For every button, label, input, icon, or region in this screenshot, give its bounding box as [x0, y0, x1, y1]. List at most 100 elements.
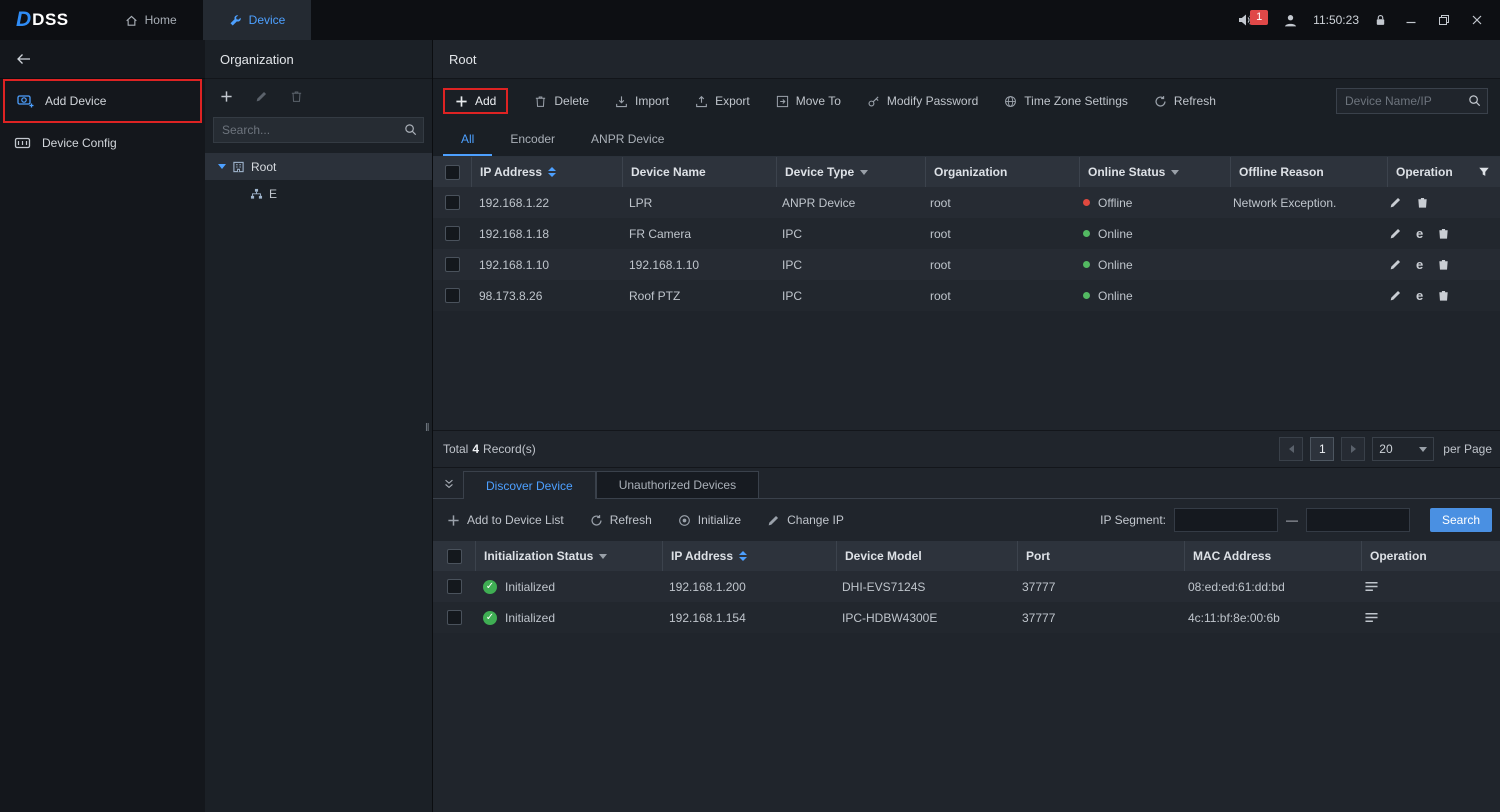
refresh-icon	[590, 514, 603, 527]
ip-segment-search-button[interactable]: Search	[1430, 508, 1492, 532]
initialize-button[interactable]: Initialize	[678, 513, 741, 527]
delete-icon[interactable]	[1437, 289, 1450, 302]
panel-splitter-handle[interactable]: ‖	[425, 422, 431, 434]
alarm-button[interactable]: 1	[1237, 12, 1268, 28]
import-button[interactable]: Import	[615, 94, 669, 108]
current-page[interactable]: 1	[1310, 437, 1334, 461]
table-row[interactable]: 192.168.1.18 FR Camera IPC root Online e	[433, 218, 1500, 249]
row-checkbox[interactable]	[447, 579, 462, 594]
prev-page-button[interactable]	[1279, 437, 1303, 461]
row-checkbox[interactable]	[445, 288, 460, 303]
select-all-checkbox[interactable]	[447, 549, 462, 564]
tree-node-root[interactable]: Root	[205, 153, 432, 180]
table-row[interactable]: 192.168.1.10 192.168.1.10 IPC root Onlin…	[433, 249, 1500, 280]
discover-toolbar: Add to Device List Refresh Initialize	[433, 499, 1500, 541]
search-icon[interactable]	[404, 123, 417, 136]
edit-icon[interactable]	[1389, 289, 1402, 302]
modify-password-button[interactable]: Modify Password	[867, 94, 978, 108]
discover-refresh-label: Refresh	[610, 513, 652, 527]
table-row[interactable]: 192.168.1.22 LPR ANPR Device root Offlin…	[433, 187, 1500, 218]
page-size-select[interactable]: 20	[1372, 437, 1434, 461]
initialize-label: Initialize	[698, 513, 741, 527]
web-browser-icon[interactable]: e	[1416, 227, 1423, 240]
globe-icon	[1004, 95, 1017, 108]
add-to-device-list-button[interactable]: Add to Device List	[447, 513, 564, 527]
change-ip-button[interactable]: Change IP	[767, 513, 844, 527]
web-browser-icon[interactable]: e	[1416, 289, 1423, 302]
row-checkbox[interactable]	[447, 610, 462, 625]
edit-icon[interactable]	[1389, 258, 1402, 271]
filter-funnel-icon[interactable]	[1478, 166, 1490, 178]
tab-device[interactable]: Device	[203, 0, 312, 40]
back-button[interactable]	[16, 52, 32, 66]
table-row[interactable]: ✓ Initialized 192.168.1.154 IPC-HDBW4300…	[433, 602, 1500, 633]
trash-icon	[534, 95, 547, 108]
organization-search-input[interactable]	[213, 117, 424, 143]
add-to-list-icon[interactable]	[1364, 611, 1379, 624]
delete-button[interactable]: Delete	[534, 94, 589, 108]
filter-dropdown-icon[interactable]	[599, 554, 607, 559]
sidebar-item-add-device-label: Add Device	[45, 94, 106, 108]
select-all-checkbox[interactable]	[445, 165, 460, 180]
delete-icon[interactable]	[1416, 196, 1429, 209]
lock-icon[interactable]	[1374, 13, 1387, 27]
row-checkbox[interactable]	[445, 195, 460, 210]
filter-dropdown-icon[interactable]	[1171, 170, 1179, 175]
sidebar-item-device-config[interactable]: Device Config	[0, 123, 205, 163]
org-edit-icon[interactable]	[255, 90, 268, 103]
modify-password-button-label: Modify Password	[887, 94, 978, 108]
row-checkbox[interactable]	[445, 257, 460, 272]
move-to-button[interactable]: Move To	[776, 94, 841, 108]
row-checkbox[interactable]	[445, 226, 460, 241]
cell-device-type: IPC	[774, 280, 922, 311]
total-suffix: Record(s)	[483, 442, 536, 456]
device-search-input[interactable]	[1336, 88, 1488, 114]
sidebar-item-add-device[interactable]: Add Device	[3, 79, 202, 123]
tab-home[interactable]: Home	[99, 0, 203, 40]
add-button[interactable]: Add	[443, 88, 508, 114]
web-browser-icon[interactable]: e	[1416, 258, 1423, 271]
edit-icon[interactable]	[1389, 227, 1402, 240]
refresh-button[interactable]: Refresh	[1154, 94, 1216, 108]
tab-discover-device[interactable]: Discover Device	[463, 471, 596, 499]
cell-ip: 98.173.8.26	[471, 280, 621, 311]
home-icon	[125, 14, 138, 27]
restore-button[interactable]	[1435, 11, 1453, 29]
close-button[interactable]	[1468, 11, 1486, 29]
export-button-label: Export	[715, 94, 750, 108]
col-offline-reason: Offline Reason	[1230, 157, 1387, 187]
tree-expand-icon[interactable]	[218, 164, 226, 169]
filter-dropdown-icon[interactable]	[860, 170, 868, 175]
org-add-icon[interactable]	[220, 90, 233, 103]
sort-icon[interactable]	[739, 551, 747, 561]
tab-anpr-device[interactable]: ANPR Device	[573, 123, 682, 156]
delete-icon[interactable]	[1437, 227, 1450, 240]
col-device-type: Device Type	[785, 165, 854, 179]
cell-device-model: IPC-HDBW4300E	[834, 602, 1014, 633]
alarm-count-badge: 1	[1250, 10, 1268, 25]
org-delete-icon[interactable]	[290, 90, 303, 103]
time-zone-settings-button[interactable]: Time Zone Settings	[1004, 94, 1128, 108]
next-page-button[interactable]	[1341, 437, 1365, 461]
user-icon[interactable]	[1283, 13, 1298, 28]
tab-encoder[interactable]: Encoder	[492, 123, 573, 156]
add-to-list-icon[interactable]	[1364, 580, 1379, 593]
export-button[interactable]: Export	[695, 94, 750, 108]
tab-unauthorized-devices[interactable]: Unauthorized Devices	[596, 471, 759, 498]
tab-all[interactable]: All	[443, 123, 492, 156]
dss-app: D DSS Home Device 1 11:50:	[0, 0, 1500, 812]
cell-status: Online	[1098, 258, 1133, 272]
cell-offline-reason	[1225, 218, 1381, 249]
tree-node-e[interactable]: E	[205, 180, 432, 207]
table-row[interactable]: ✓ Initialized 192.168.1.200 DHI-EVS7124S…	[433, 571, 1500, 602]
minimize-button[interactable]	[1402, 11, 1420, 29]
collapse-panel-icon[interactable]	[439, 472, 459, 496]
delete-icon[interactable]	[1437, 258, 1450, 271]
search-icon[interactable]	[1468, 94, 1481, 107]
ip-segment-end-input[interactable]	[1306, 508, 1410, 532]
ip-segment-start-input[interactable]	[1174, 508, 1278, 532]
table-row[interactable]: 98.173.8.26 Roof PTZ IPC root Online e	[433, 280, 1500, 311]
sort-icon[interactable]	[548, 167, 556, 177]
edit-icon[interactable]	[1389, 196, 1402, 209]
discover-refresh-button[interactable]: Refresh	[590, 513, 652, 527]
